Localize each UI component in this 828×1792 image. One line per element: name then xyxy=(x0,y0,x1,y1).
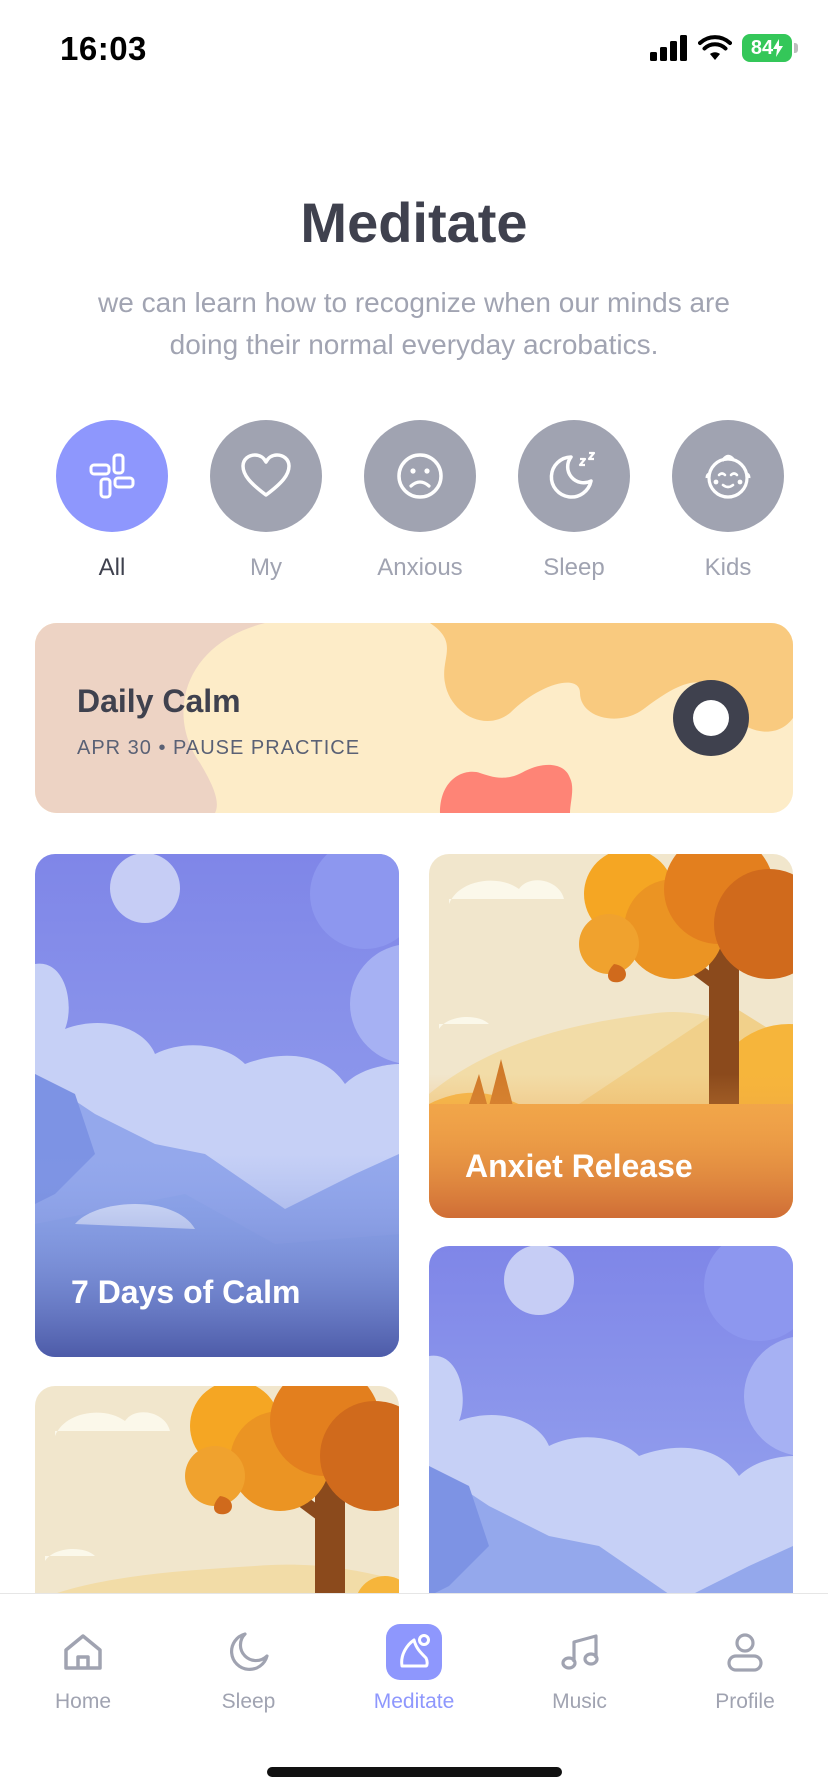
category-anxious[interactable]: Anxious xyxy=(364,420,476,582)
battery-level: 84 xyxy=(750,36,774,59)
tab-label: Sleep xyxy=(221,1690,276,1713)
moon-icon xyxy=(221,1624,277,1680)
daily-calm-card[interactable]: Daily Calm APR 30 • PAUSE PRACTICE xyxy=(35,623,793,813)
bottom-tab-bar: Home Sleep Meditate Music Profile xyxy=(0,1593,828,1792)
daily-calm-subtitle: APR 30 • PAUSE PRACTICE xyxy=(77,737,361,759)
tab-label: Home xyxy=(54,1690,112,1713)
category-kids[interactable]: Kids xyxy=(672,420,784,582)
meditation-card-7-days-of-calm[interactable]: 7 Days of Calm xyxy=(35,854,399,1357)
tab-profile[interactable]: Profile xyxy=(690,1594,800,1714)
page-subtitle: we can learn how to recognize when our m… xyxy=(98,287,730,360)
category-anxious-button[interactable] xyxy=(364,420,476,532)
category-label: All xyxy=(98,554,126,581)
grid-icon xyxy=(89,453,135,499)
tab-meditate[interactable]: Meditate xyxy=(359,1594,469,1714)
category-sleep-button[interactable] xyxy=(518,420,630,532)
tab-sleep[interactable]: Sleep xyxy=(194,1594,304,1714)
battery-indicator: 84 xyxy=(742,34,798,62)
meditation-card-mountain[interactable] xyxy=(429,1246,793,1606)
cellular-signal-icon xyxy=(650,35,687,61)
moon-zz-icon xyxy=(549,451,596,499)
meditation-card-autumn[interactable] xyxy=(35,1386,399,1606)
profile-icon xyxy=(717,1624,773,1680)
mountain-illustration xyxy=(429,1246,793,1606)
tab-music[interactable]: Music xyxy=(525,1594,635,1714)
category-label: Anxious xyxy=(377,554,463,581)
tab-home[interactable]: Home xyxy=(28,1594,138,1714)
meditation-card-anxiet-release[interactable]: Anxiet Release xyxy=(429,854,793,1218)
category-my-button[interactable] xyxy=(210,420,322,532)
sad-face-icon xyxy=(397,453,443,499)
meditate-icon xyxy=(386,1624,442,1680)
card-title: Anxiet Release xyxy=(465,1148,693,1184)
wifi-icon xyxy=(698,35,732,60)
tab-label: Meditate xyxy=(373,1690,455,1713)
category-sleep[interactable]: Sleep xyxy=(518,420,630,582)
play-icon xyxy=(693,700,729,736)
home-icon xyxy=(55,1624,111,1680)
tab-label: Profile xyxy=(715,1690,775,1713)
category-filter-row: All My Anxious Sleep Kids xyxy=(56,420,784,582)
home-indicator xyxy=(267,1767,562,1777)
category-all[interactable]: All xyxy=(56,420,168,582)
category-kids-button[interactable] xyxy=(672,420,784,532)
baby-face-icon xyxy=(705,454,751,499)
status-bar: 16:03 84 xyxy=(0,0,828,100)
page-title: Meditate xyxy=(300,191,528,254)
status-icons: 84 xyxy=(650,34,798,62)
tab-label: Music xyxy=(552,1690,607,1713)
music-icon xyxy=(552,1624,608,1680)
autumn-tree-illustration xyxy=(35,1386,399,1606)
card-title: 7 Days of Calm xyxy=(71,1274,301,1310)
category-label: My xyxy=(250,554,282,581)
heart-icon xyxy=(241,453,291,497)
category-all-button[interactable] xyxy=(56,420,168,532)
category-label: Kids xyxy=(704,554,752,581)
status-time: 16:03 xyxy=(60,30,147,67)
category-label: Sleep xyxy=(543,554,605,581)
daily-calm-title: Daily Calm xyxy=(77,683,241,719)
charging-bolt-icon xyxy=(773,39,784,57)
category-my[interactable]: My xyxy=(210,420,322,582)
daily-calm-play-button[interactable] xyxy=(673,680,749,756)
